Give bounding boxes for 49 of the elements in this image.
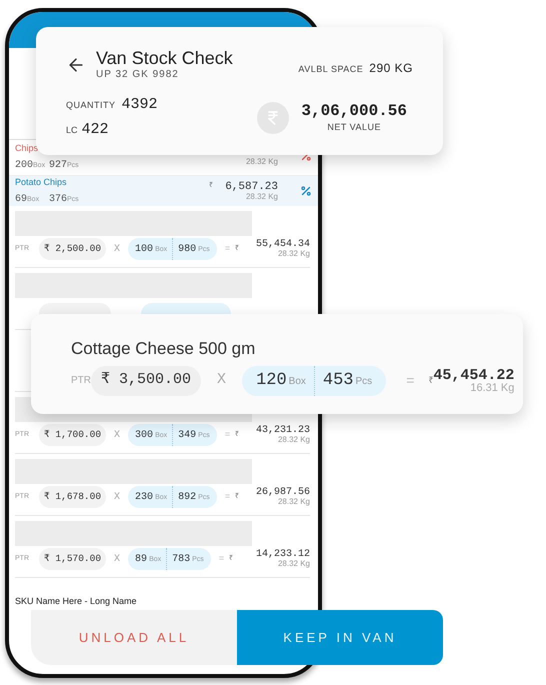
weight: 28.32 Kg [278,250,310,258]
box-count: 120 Box [256,370,307,392]
page-title: Van Stock Check [96,49,233,67]
lc-label: LC [66,124,78,136]
amount: 55,454.34 [256,240,310,250]
pieces-count: 453 Pcs [322,370,372,392]
equals-sign: = [406,371,414,390]
price-pill[interactable]: ₹ 1,700.00 [39,424,106,446]
sku-name: SKU Name Here - Long Name [14,595,138,608]
product-name: Potato Chips [15,178,68,186]
weight: 28.32 Kg [278,498,310,506]
equals-sign: = [218,552,224,566]
times-sign: X [114,242,120,256]
quantity-pill[interactable]: 120 Box 453 Pcs [242,366,386,396]
rupee-icon [257,102,290,134]
times-sign: X [114,490,120,504]
amount: 45,454.22 [433,368,514,382]
product-name: Cottage Cheese 500 gm [71,338,256,360]
net-value: 3,06,000.56 [301,103,407,119]
weight: 16.31 Kg [470,382,514,394]
quantity-label: QUANTITY [66,99,116,112]
quantity-value: 4392 [122,95,158,115]
net-value-label: NET VALUE [327,123,382,132]
vehicle-number: UP 32 GK 9982 [96,70,180,80]
space-value: 290 KG [369,60,413,77]
times-sign: X [114,428,120,442]
weight: 28.32 Kg [278,560,310,568]
lc-value: 422 [82,120,109,140]
times-sign: X [217,370,226,390]
price-pill[interactable]: ₹ 1,570.00 [39,548,106,570]
equals-sign: = [224,242,230,256]
price-pill[interactable]: ₹ 1,678.00 [39,486,106,508]
product-name: Chips [15,144,40,153]
equals-sign: = [224,428,230,442]
amount: 14,233.12 [256,550,310,560]
weight: 28.32 Kg [246,158,278,166]
weight: 28.32 Kg [278,436,310,444]
amount: 26,987.56 [256,488,310,498]
weight: 28.32 Kg [246,193,278,202]
amount: 6,587.23 [225,182,278,194]
price-pill[interactable]: ₹ 3,500.00 [91,366,202,396]
space-label: AVLBL SPACE [298,63,364,76]
times-sign: X [114,552,120,566]
price-pill[interactable]: ₹ 2,500.00 [39,238,106,260]
discount-icon[interactable] [300,185,312,198]
ptr-label: PTR [71,374,91,388]
equals-sign: = [224,490,230,504]
currency-sign: ₹ [428,374,434,387]
amount: 43,231.23 [256,426,310,436]
